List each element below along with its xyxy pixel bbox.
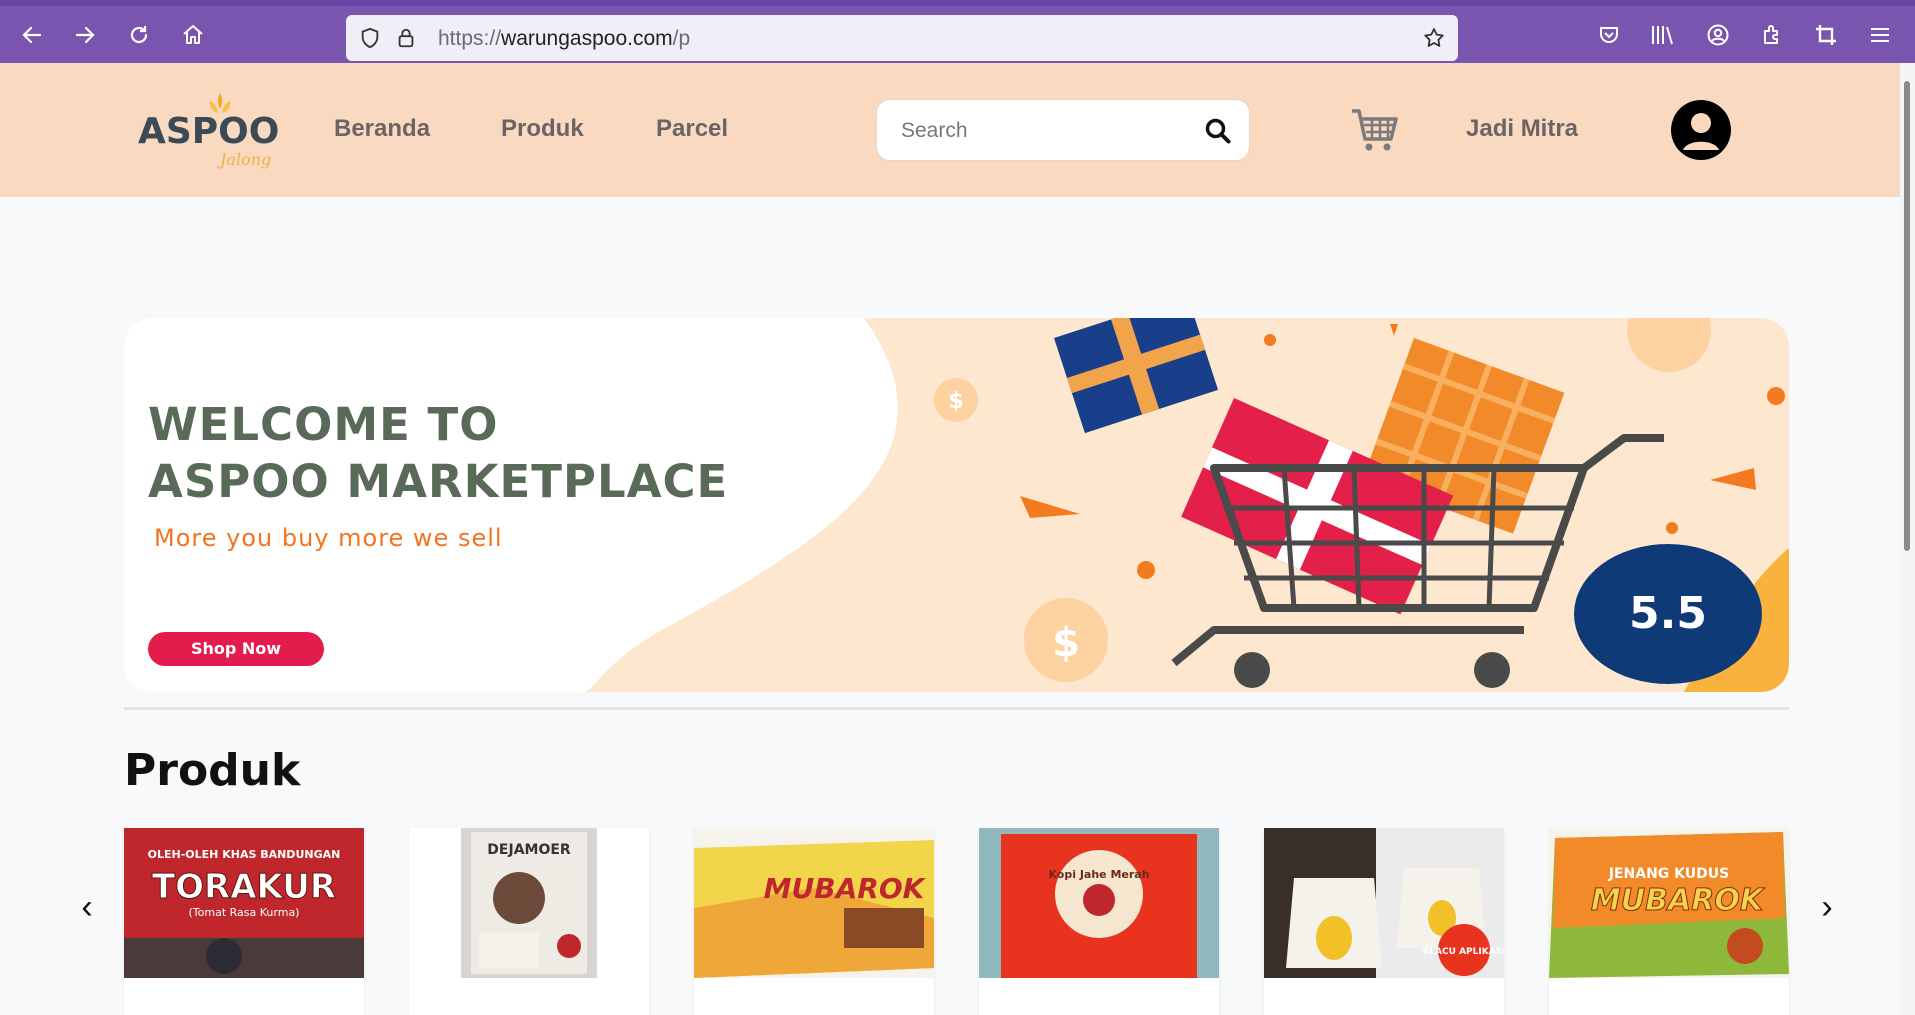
- svg-text:MUBAROK: MUBAROK: [764, 872, 927, 905]
- lock-icon[interactable]: [392, 24, 420, 52]
- cart-icon[interactable]: [1350, 105, 1400, 155]
- products-section-title: Produk: [124, 745, 301, 796]
- product-image[interactable]: OLEH-OLEH KHAS BANDUNGAN TORAKUR (Tomat …: [124, 828, 364, 978]
- scrollbar-thumb[interactable]: [1904, 81, 1910, 551]
- svg-text:(Tomat Rasa Kurma): (Tomat Rasa Kurma): [189, 906, 300, 919]
- shield-icon[interactable]: [356, 24, 384, 52]
- promo-badge: 5.5: [1574, 544, 1762, 684]
- svg-text:$: $: [1052, 620, 1080, 666]
- product-image[interactable]: DEJAMOER: [409, 828, 649, 978]
- screenshot-crop-icon[interactable]: [1811, 20, 1841, 50]
- url-text[interactable]: https://warungaspoo.com/p: [438, 27, 690, 51]
- aspoo-logo[interactable]: ASPOO Jalong: [138, 85, 279, 175]
- search-input[interactable]: [901, 116, 1181, 146]
- bookmark-star-icon[interactable]: [1420, 24, 1448, 52]
- carousel-next-button[interactable]: ›: [1812, 888, 1842, 927]
- product-card[interactable]: DEJAMOER: [409, 828, 649, 1015]
- account-icon[interactable]: [1703, 20, 1733, 50]
- hero-tagline: More you buy more we sell: [154, 524, 503, 552]
- carousel-prev-button[interactable]: ‹: [72, 888, 102, 927]
- hero-banner: $ $ WELCOME TO ASPOO MARKETPLACE More yo…: [124, 318, 1789, 692]
- home-icon[interactable]: [178, 20, 208, 50]
- product-card[interactable]: Kopi Jahe Merah: [979, 828, 1219, 1015]
- svg-text:DEJAMOER: DEJAMOER: [487, 842, 571, 858]
- product-image[interactable]: MUBAROK: [694, 828, 934, 978]
- menu-hamburger-icon[interactable]: [1865, 20, 1895, 50]
- product-image[interactable]: JENANG KUDUS MUBAROK: [1549, 828, 1789, 978]
- nav-produk[interactable]: Produk: [501, 115, 584, 143]
- svg-text:MUBAROK: MUBAROK: [1591, 883, 1766, 918]
- section-divider: [124, 707, 1789, 710]
- svg-text:TORAKUR: TORAKUR: [152, 867, 336, 907]
- library-icon[interactable]: [1648, 20, 1678, 50]
- svg-text:OLEH-OLEH KHAS BANDUNGAN: OLEH-OLEH KHAS BANDUNGAN: [148, 848, 341, 861]
- svg-text:ASPOO: ASPOO: [138, 111, 278, 152]
- pocket-icon[interactable]: [1594, 20, 1624, 50]
- back-arrow-icon[interactable]: [17, 20, 47, 50]
- jadi-mitra-link[interactable]: Jadi Mitra: [1466, 115, 1578, 143]
- product-card[interactable]: OLEH-OLEH KHAS BANDUNGAN TORAKUR (Tomat …: [124, 828, 364, 1015]
- reload-icon[interactable]: [124, 20, 154, 50]
- svg-text:JENANG KUDUS: JENANG KUDUS: [1608, 866, 1729, 882]
- product-card[interactable]: JENANG KUDUS MUBAROK: [1549, 828, 1789, 1015]
- nav-parcel[interactable]: Parcel: [656, 115, 728, 143]
- search-icon[interactable]: [1203, 116, 1233, 146]
- hero-title: WELCOME TO ASPOO MARKETPLACE: [148, 398, 729, 508]
- shop-now-button[interactable]: Shop Now: [148, 632, 324, 666]
- product-card[interactable]: MUBAROK: [694, 828, 934, 1015]
- extensions-icon[interactable]: [1757, 20, 1787, 50]
- product-image[interactable]: BLACU APLIKASI: [1264, 828, 1504, 978]
- site-header: ASPOO Jalong Beranda Produk Parcel Jadi …: [0, 63, 1900, 197]
- svg-text:$: $: [948, 389, 963, 414]
- forward-arrow-icon[interactable]: [70, 20, 100, 50]
- browser-toolbar: https://warungaspoo.com/p: [0, 0, 1915, 63]
- svg-text:Kopi Jahe Merah: Kopi Jahe Merah: [1048, 868, 1149, 881]
- page-scrollbar[interactable]: [1900, 63, 1915, 1015]
- wheat-icon: [209, 93, 231, 113]
- product-card[interactable]: BLACU APLIKASI: [1264, 828, 1504, 1015]
- svg-text:BLACU APLIKASI: BLACU APLIKASI: [1422, 947, 1504, 957]
- address-bar[interactable]: https://warungaspoo.com/p: [346, 15, 1458, 61]
- product-image[interactable]: Kopi Jahe Merah: [979, 828, 1219, 978]
- svg-text:Jalong: Jalong: [217, 150, 271, 169]
- user-avatar-icon[interactable]: [1671, 100, 1731, 160]
- search-box: [876, 99, 1250, 161]
- nav-beranda[interactable]: Beranda: [334, 115, 430, 143]
